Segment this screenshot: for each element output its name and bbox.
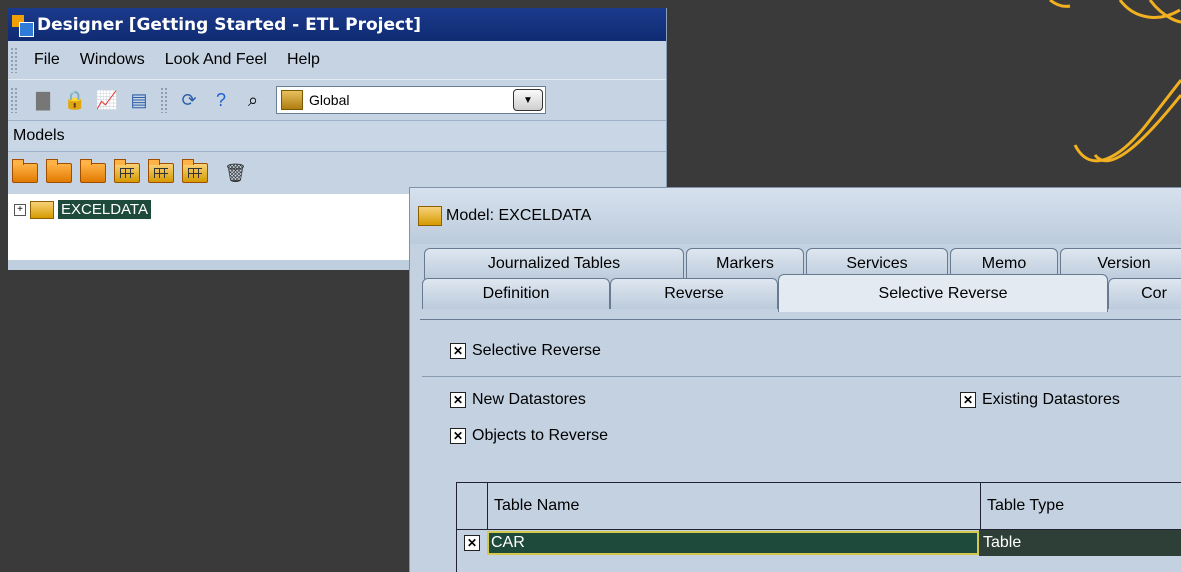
window-title: Designer [Getting Started - ETL Project] (37, 14, 421, 35)
model-dialog-title: Model: EXCELDATA (446, 207, 592, 224)
menu-help[interactable]: Help (277, 51, 330, 69)
new-datastores-checkbox[interactable]: ✕ (450, 392, 466, 408)
table-row[interactable]: ✕ CAR Table (457, 530, 1181, 556)
tab-strip-baseline (420, 319, 1181, 320)
selective-reverse-option[interactable]: ✕ Selective Reverse (450, 342, 1181, 360)
context-icon (281, 90, 303, 110)
tab-selective-reverse[interactable]: Selective Reverse (778, 274, 1108, 312)
insert-datastore-icon[interactable] (148, 159, 174, 183)
designer-titlebar[interactable]: Designer [Getting Started - ETL Project] (8, 8, 666, 41)
objects-to-reverse-checkbox[interactable]: ✕ (450, 428, 466, 444)
report-icon[interactable]: ▤ (126, 87, 152, 113)
objects-to-reverse-label: Objects to Reverse (472, 427, 609, 444)
chevron-down-icon[interactable]: ▼ (513, 89, 543, 111)
insert-model-icon[interactable] (114, 159, 140, 183)
binoculars-icon[interactable]: ⌕ (240, 87, 266, 113)
app-logo-icon (12, 14, 34, 37)
table-name-cell[interactable]: CAR (487, 531, 979, 555)
menu-look-and-feel[interactable]: Look And Feel (155, 51, 277, 69)
user-lock-icon[interactable]: 🔒 (62, 87, 88, 113)
models-panel-title: Models (8, 120, 666, 152)
context-combo-value: Global (309, 92, 350, 108)
model-dialog: Model: EXCELDATA Journalized Tables Mark… (409, 187, 1181, 572)
model-dialog-titlebar[interactable]: Model: EXCELDATA (410, 188, 1181, 244)
new-datastores-label: New Datastores (472, 391, 586, 408)
toolbar-grip-handle[interactable] (10, 87, 18, 113)
insert-sub-model-icon[interactable] (182, 159, 208, 183)
row-checkbox[interactable]: ✕ (464, 535, 480, 551)
tab-journalized-tables[interactable]: Journalized Tables (424, 248, 684, 279)
new-folder-icon[interactable] (46, 159, 72, 183)
row-select-cell: ✕ (457, 535, 487, 551)
refresh-icon[interactable]: ⟳ (176, 87, 202, 113)
context-combo[interactable]: Global ▼ (276, 86, 546, 114)
objects-table: Table Name Table Type ✕ CAR Table (456, 482, 1181, 572)
insert-model-folder-icon[interactable] (12, 159, 38, 183)
selective-reverse-panel: ✕ Selective Reverse ✕ New Datastores ✕ E… (410, 342, 1181, 445)
selective-reverse-checkbox[interactable]: ✕ (450, 343, 466, 359)
existing-datastores-label: Existing Datastores (982, 391, 1120, 408)
chart-icon[interactable]: 📈 (94, 87, 120, 113)
menubar: File Windows Look And Feel Help (8, 41, 666, 79)
column-header-table-name[interactable]: Table Name (488, 483, 981, 529)
tab-reverse[interactable]: Reverse (610, 278, 778, 309)
column-header-table-type[interactable]: Table Type (981, 483, 1181, 529)
menubar-grip-handle[interactable] (10, 47, 18, 73)
new-datastores-option[interactable]: ✕ New Datastores (450, 391, 960, 409)
tab-strip: Journalized Tables Markers Services Memo… (410, 244, 1181, 320)
tree-item-label: EXCELDATA (58, 200, 151, 219)
table-type-cell[interactable]: Table (979, 530, 1181, 556)
group-divider (422, 376, 1181, 377)
modules-icon[interactable]: ▇ (30, 87, 56, 113)
tab-definition[interactable]: Definition (422, 278, 610, 309)
expand-plus-icon[interactable]: + (14, 203, 26, 216)
objects-to-reverse-option[interactable]: ✕ Objects to Reverse (450, 427, 1181, 445)
delete-trash-icon[interactable]: 🗑 (224, 163, 247, 184)
tab-control[interactable]: Cor (1108, 278, 1181, 309)
existing-datastores-option[interactable]: ✕ Existing Datastores (960, 391, 1120, 409)
existing-datastores-checkbox[interactable]: ✕ (960, 392, 976, 408)
menu-windows[interactable]: Windows (70, 51, 155, 69)
main-toolbar: ▇ 🔒 📈 ▤ ⟳ ? ⌕ Global ▼ (8, 79, 666, 120)
help-icon[interactable]: ? (208, 87, 234, 113)
model-icon (30, 200, 54, 219)
new-subfolder-icon[interactable] (80, 159, 106, 183)
menu-file[interactable]: File (24, 51, 70, 69)
model-icon (418, 206, 442, 226)
selective-reverse-label: Selective Reverse (472, 342, 601, 359)
select-column-header[interactable] (457, 483, 488, 529)
toolbar-separator-grip (160, 87, 168, 113)
table-header: Table Name Table Type (457, 483, 1181, 530)
